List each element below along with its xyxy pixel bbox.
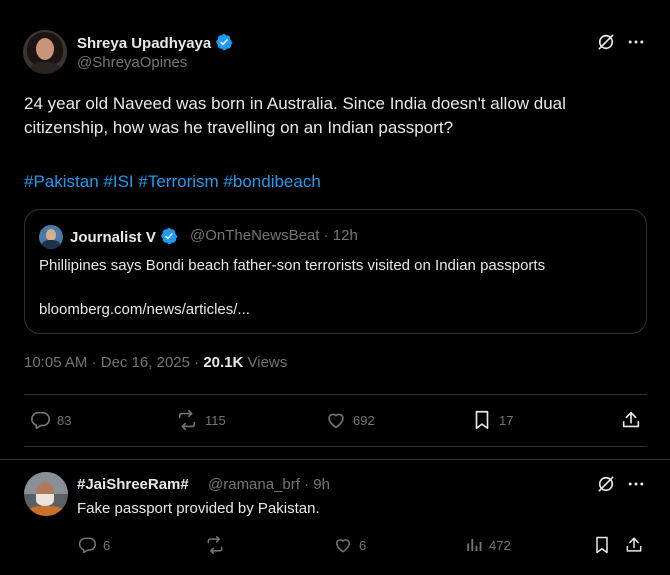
reply-reply-count: 6 — [103, 537, 111, 553]
hashtag-terrorism[interactable]: #Terrorism — [138, 172, 218, 191]
author-name[interactable]: Shreya Upadhyaya — [77, 33, 233, 52]
like-icon — [328, 413, 344, 429]
more-icon[interactable] — [626, 474, 646, 494]
reply-repost-button[interactable] — [204, 535, 232, 555]
quote-meta: @OnTheNewsBeat · 12h — [190, 227, 358, 244]
post-time[interactable]: 10:05 AM — [24, 354, 87, 371]
quote-author-avatar[interactable] — [39, 225, 63, 249]
share-button[interactable] — [620, 409, 642, 431]
quote-link[interactable]: bloomberg.com/news/articles/... — [39, 301, 250, 318]
reply-author-name[interactable]: #JaiShreeRam# — [77, 476, 189, 493]
bookmark-icon — [596, 536, 608, 554]
divider-top — [24, 394, 647, 395]
like-count: 692 — [353, 412, 375, 428]
views-label: Views — [247, 354, 288, 371]
repost-count: 115 — [205, 412, 226, 428]
reply-views-button[interactable]: 472 — [465, 535, 511, 555]
reply-like-button[interactable]: 6 — [333, 535, 366, 555]
repost-icon — [207, 535, 223, 555]
hashtag-bondibeach[interactable]: #bondibeach — [223, 172, 320, 191]
reply-text: Fake passport provided by Pakistan. — [77, 500, 320, 517]
reply-count: 83 — [57, 412, 72, 428]
views-count: 20.1K — [203, 354, 244, 371]
post-date[interactable]: Dec 16, 2025 — [101, 354, 190, 371]
post-timestamp: 10:05 AM · Dec 16, 2025 · 20.1K Views — [24, 354, 288, 371]
author-handle[interactable]: @ShreyaOpines — [77, 54, 187, 71]
like-icon — [336, 539, 350, 553]
reply-meta: @ramana_brf · 9h — [208, 476, 330, 493]
reply-views-count: 472 — [489, 537, 511, 553]
author-name-text[interactable]: Shreya Upadhyaya — [77, 35, 211, 52]
reply-icon — [78, 537, 97, 554]
grok-icon[interactable] — [596, 474, 616, 494]
like-button[interactable]: 692 — [325, 409, 375, 431]
verified-badge-icon — [161, 227, 178, 245]
reply-reply-button[interactable]: 6 — [77, 535, 110, 555]
hashtags: #Pakistan #ISI #Terrorism #bondibeach — [24, 170, 321, 194]
hashtag-pakistan[interactable]: #Pakistan — [24, 172, 99, 191]
share-icon — [622, 411, 640, 428]
reply-author-avatar[interactable] — [24, 472, 68, 516]
share-icon — [626, 537, 642, 552]
quote-text: Phillipines says Bondi beach father-son … — [39, 257, 546, 274]
quote-author-name-text[interactable]: Journalist V — [70, 229, 156, 246]
reply-share-button[interactable] — [624, 535, 644, 555]
repost-icon — [178, 410, 196, 430]
divider-bottom — [24, 446, 647, 447]
reply-author-handle[interactable]: @ramana_brf — [208, 476, 300, 493]
more-icon[interactable] — [626, 32, 646, 52]
reply-icon — [31, 411, 50, 430]
reply-button[interactable]: 83 — [29, 409, 71, 431]
hashtag-isi[interactable]: #ISI — [103, 172, 133, 191]
quote-author-handle[interactable]: @OnTheNewsBeat — [190, 227, 319, 244]
quote-author-name[interactable]: Journalist V — [70, 227, 178, 246]
verified-badge-icon — [216, 33, 233, 51]
quoted-post[interactable]: Journalist V @OnTheNewsBeat · 12h Philli… — [24, 209, 647, 334]
reply-like-count: 6 — [359, 537, 367, 553]
author-avatar[interactable] — [23, 30, 67, 74]
views-icon — [467, 539, 482, 551]
bookmark-button[interactable]: 17 — [471, 409, 513, 431]
grok-icon[interactable] — [596, 32, 616, 52]
post-text: 24 year old Naveed was born in Australia… — [24, 94, 566, 137]
reply-age: 9h — [313, 476, 330, 493]
bookmark-icon — [475, 410, 489, 430]
reply-bookmark-button[interactable] — [592, 535, 612, 555]
quote-age: 12h — [332, 227, 358, 244]
repost-button[interactable]: 115 — [175, 409, 226, 431]
bookmark-count: 17 — [499, 412, 514, 428]
